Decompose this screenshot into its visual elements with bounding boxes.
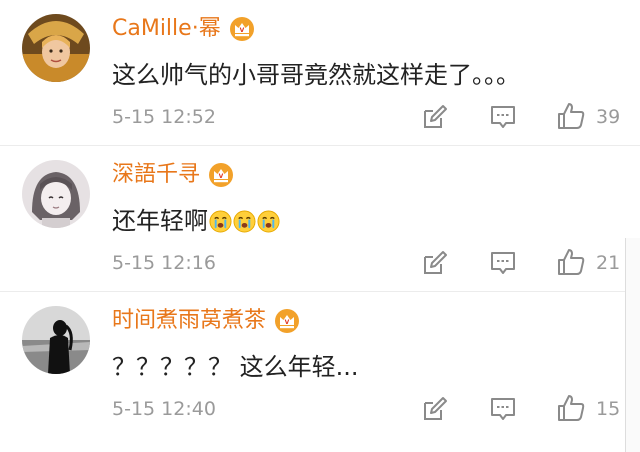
username[interactable]: 深語千寻 — [112, 160, 200, 190]
comment-text: ？？？？？ 这么年轻... — [112, 350, 359, 384]
share-edit-icon[interactable] — [421, 395, 449, 423]
username[interactable]: CaMille·幂 — [112, 14, 221, 44]
vip-crown-icon — [208, 162, 234, 188]
username[interactable]: 时间煮雨莴煮茶 — [112, 306, 266, 336]
avatar[interactable] — [22, 160, 90, 228]
comment-meta: 5-15 12:52 39 — [0, 102, 640, 132]
comment-meta: 5-15 12:40 15 — [0, 394, 640, 424]
vip-crown-icon — [229, 16, 255, 42]
avatar[interactable] — [22, 14, 90, 82]
avatar[interactable] — [22, 306, 90, 374]
crying-emoji-icon — [257, 210, 280, 233]
comment-item: CaMille·幂 这么帅气的小哥哥竟然就这样走了。。。 5-15 12:52 … — [0, 0, 640, 146]
comment-icon[interactable] — [489, 249, 517, 277]
comment-icon[interactable] — [489, 395, 517, 423]
like-count[interactable]: 21 — [596, 248, 620, 278]
thumbs-up-icon[interactable] — [556, 393, 586, 423]
scrollbar[interactable] — [625, 238, 640, 452]
comment-text: 这么帅气的小哥哥竟然就这样走了。。。 — [112, 58, 520, 92]
like-count[interactable]: 15 — [596, 394, 620, 424]
comment-item: 深語千寻 还年轻啊 5-15 12:16 21 — [0, 146, 640, 292]
crying-emoji-icon — [209, 210, 232, 233]
timestamp: 5-15 12:52 — [112, 106, 216, 128]
crying-emoji-icon — [233, 210, 256, 233]
thumbs-up-icon[interactable] — [556, 101, 586, 131]
comment-text-body: 这么帅气的小哥哥竟然就这样走了。。。 — [112, 61, 520, 89]
share-edit-icon[interactable] — [421, 103, 449, 131]
timestamp: 5-15 12:40 — [112, 398, 216, 420]
comment-item: 时间煮雨莴煮茶 ？？？？？ 这么年轻... 5-15 12:40 15 — [0, 292, 640, 452]
thumbs-up-icon[interactable] — [556, 247, 586, 277]
share-edit-icon[interactable] — [421, 249, 449, 277]
comment-text: 还年轻啊 — [112, 204, 280, 238]
comment-icon[interactable] — [489, 103, 517, 131]
comment-meta: 5-15 12:16 21 — [0, 248, 640, 278]
vip-crown-icon — [274, 308, 300, 334]
comment-text-body: ？？？？？ 这么年轻... — [112, 353, 359, 381]
comment-text-body: 还年轻啊 — [112, 207, 208, 235]
like-count[interactable]: 39 — [596, 102, 620, 132]
timestamp: 5-15 12:16 — [112, 252, 216, 274]
